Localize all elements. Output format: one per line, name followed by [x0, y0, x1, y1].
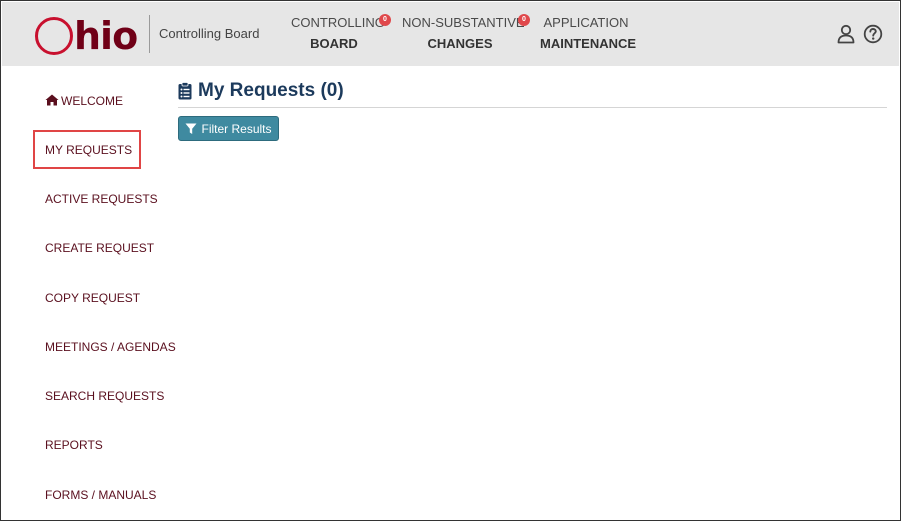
- sidebar-item-reports[interactable]: REPORTS: [45, 438, 103, 452]
- sidebar-item-copy-request[interactable]: COPY REQUEST: [45, 291, 140, 305]
- sidebar-item-label: REPORTS: [45, 438, 103, 452]
- nav-non-substantive-changes[interactable]: NON-SUBSTANTIVE CHANGES 0: [402, 14, 530, 51]
- logo-text: hio: [74, 14, 138, 58]
- sidebar-item-active-requests[interactable]: ACTIVE REQUESTS: [45, 192, 158, 206]
- sidebar-nav: WELCOME MY REQUESTS ACTIVE REQUESTS CREA…: [1, 66, 176, 520]
- help-icon[interactable]: [863, 24, 883, 44]
- sidebar-item-create-request[interactable]: CREATE REQUEST: [45, 241, 154, 255]
- sidebar-item-search-requests[interactable]: SEARCH REQUESTS: [45, 389, 164, 403]
- sidebar-item-label: SEARCH REQUESTS: [45, 389, 165, 403]
- nav-line2: CHANGES: [427, 36, 493, 51]
- page-title-text: My Requests (0): [198, 80, 344, 101]
- sidebar-item-label: WELCOME: [61, 94, 124, 108]
- home-icon: [45, 94, 59, 106]
- sidebar-item-label: ACTIVE REQUESTS: [45, 192, 158, 206]
- user-icon[interactable]: [836, 24, 856, 44]
- logo-o-ring-icon: [35, 17, 73, 55]
- clipboard-list-icon: [178, 82, 192, 100]
- filter-results-button[interactable]: Filter Results: [178, 116, 279, 141]
- filter-results-label: Filter Results: [201, 121, 272, 136]
- sidebar-item-label: FORMS / MANUALS: [45, 488, 157, 502]
- agency-name: Controlling Board: [159, 26, 260, 41]
- filter-icon: [185, 123, 197, 134]
- page-title: My Requests (0): [178, 80, 344, 102]
- sidebar-item-label: COPY REQUEST: [45, 291, 141, 305]
- sidebar-item-label: MEETINGS / AGENDAS: [45, 340, 176, 354]
- nav-line1: APPLICATION: [543, 15, 629, 30]
- logo-divider: [149, 15, 150, 53]
- nav-line1: CONTROLLING: [291, 15, 385, 30]
- nav-application-maintenance[interactable]: APPLICATION MAINTENANCE: [540, 15, 637, 51]
- title-divider: [178, 107, 887, 108]
- notification-badge: 0: [518, 14, 530, 26]
- top-header: hio Controlling Board CONTROLLING BOARD …: [2, 2, 899, 66]
- nav-controlling-board[interactable]: CONTROLLING BOARD 0: [291, 14, 391, 51]
- sidebar-item-forms-manuals[interactable]: FORMS / MANUALS: [45, 488, 156, 502]
- nav-line2: BOARD: [310, 36, 358, 51]
- ohio-logo[interactable]: hio: [35, 14, 138, 58]
- nav-line2: MAINTENANCE: [540, 36, 637, 51]
- sidebar-item-label: MY REQUESTS: [45, 143, 133, 157]
- sidebar-item-label: CREATE REQUEST: [45, 241, 155, 255]
- sidebar-item-welcome[interactable]: WELCOME: [45, 94, 123, 108]
- app-window: hio Controlling Board CONTROLLING BOARD …: [0, 0, 901, 521]
- sidebar-item-my-requests[interactable]: MY REQUESTS: [33, 130, 141, 169]
- notification-badge: 0: [379, 14, 391, 26]
- nav-line1: NON-SUBSTANTIVE: [402, 15, 525, 30]
- sidebar-item-meetings-agendas[interactable]: MEETINGS / AGENDAS: [45, 340, 176, 354]
